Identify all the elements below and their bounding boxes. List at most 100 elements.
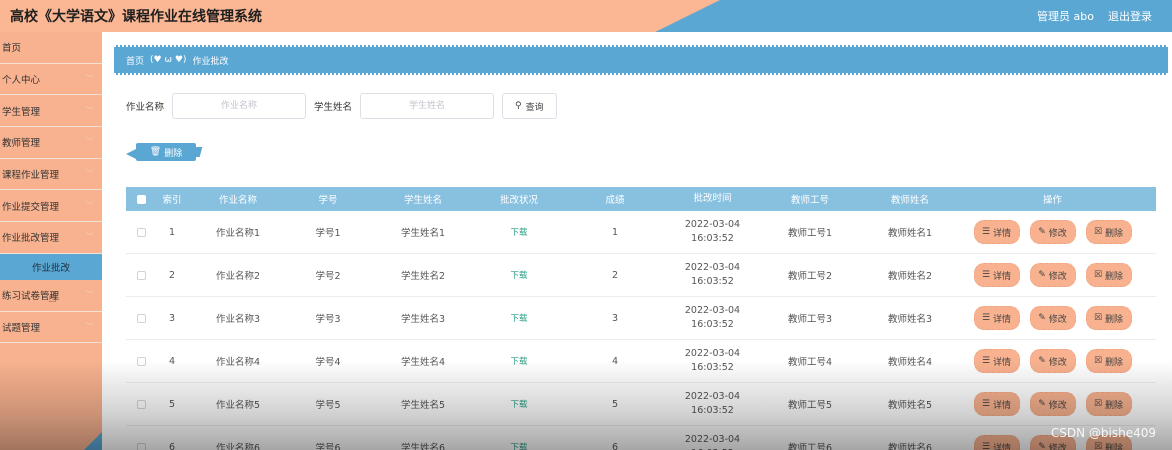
header-user-area: 管理员 abo 退出登录 <box>1037 8 1152 24</box>
document-icon: ☰ <box>981 399 991 409</box>
download-link[interactable]: 下载 <box>510 441 527 450</box>
search-button[interactable]: ⚲ 查询 <box>502 93 557 119</box>
trash-icon: ☒ <box>1093 399 1103 409</box>
row-checkbox[interactable] <box>136 356 146 366</box>
delete-button[interactable]: ☒ 删除 <box>1085 220 1132 244</box>
cell-index: 2 <box>168 269 176 281</box>
detail-button[interactable]: ☰ 详情 <box>973 349 1020 373</box>
sidebar-item-label: 作业批改管理 <box>2 233 60 245</box>
admin-user-label[interactable]: 管理员 abo <box>1037 8 1094 24</box>
select-all-checkbox[interactable] <box>136 194 146 204</box>
download-link[interactable]: 下载 <box>510 312 527 324</box>
chevron-down-icon: ﹀ <box>86 74 94 84</box>
chevron-down-icon: ﹀ <box>86 290 94 300</box>
cell-score: 2 <box>611 269 619 281</box>
cell-index: 6 <box>168 441 176 450</box>
detail-button[interactable]: ☰ 详情 <box>973 263 1020 287</box>
table-row: 3 作业名称3 学号3 学生姓名3 下载 3 2022-03-04 16:03:52 教师工号… <box>126 297 1156 340</box>
download-link[interactable]: 下载 <box>510 398 527 410</box>
delete-button[interactable]: ☒ 删除 <box>1085 349 1132 373</box>
breadcrumb-home[interactable]: 首页 <box>126 54 144 67</box>
cell-actions: ☰ 详情 ✎ 修改 ☒ 删除 <box>955 306 1150 330</box>
row-select-cell <box>126 356 156 366</box>
row-checkbox[interactable] <box>136 313 146 323</box>
pencil-icon: ✎ <box>1038 442 1046 450</box>
delete-button[interactable]: ☒ 删除 <box>1085 306 1132 330</box>
cell-teacher-no: 教师工号4 <box>787 357 833 368</box>
delete-button-label: 删除 <box>1105 357 1124 368</box>
row-select-cell <box>126 313 156 323</box>
sidebar-item-homework-grading[interactable]: 作业批改管理 ﹀ <box>0 222 102 254</box>
watermark: CSDN @bishe409 <box>1050 426 1156 440</box>
detail-button[interactable]: ☰ 详情 <box>973 220 1020 244</box>
cell-student-no: 学号4 <box>315 357 341 368</box>
cell-teacher-name: 教师姓名3 <box>887 314 933 325</box>
row-checkbox[interactable] <box>136 227 146 237</box>
cell-grading-status: 下载 <box>478 312 560 324</box>
sidebar-subitem-label: 作业批改 <box>31 262 70 274</box>
row-checkbox[interactable] <box>136 270 146 280</box>
cell-grading-status: 下载 <box>478 355 560 367</box>
download-link[interactable]: 下载 <box>510 226 527 238</box>
cell-student-no: 学号3 <box>315 314 341 325</box>
cell-homework-name: 作业名称5 <box>215 400 261 411</box>
sidebar-item-teacher-management[interactable]: 教师管理 ﹀ <box>0 127 102 159</box>
pencil-icon: ✎ <box>1038 313 1046 323</box>
mouse-cursor-icon: ☝ <box>48 290 57 306</box>
delete-button[interactable]: ☒ 删除 <box>1085 263 1132 287</box>
detail-button-label: 详情 <box>993 228 1012 239</box>
cell-teacher-name: 教师姓名1 <box>887 228 933 239</box>
cell-teacher-no: 教师工号3 <box>787 314 833 325</box>
search-icon: ⚲ <box>515 101 522 111</box>
sidebar-item-home[interactable]: 首页 <box>0 32 102 64</box>
cell-teacher-name: 教师姓名5 <box>887 400 933 411</box>
sidebar-item-question-management[interactable]: 试题管理 ﹀ <box>0 312 102 344</box>
detail-button-label: 详情 <box>993 357 1012 368</box>
sidebar-item-course-homework[interactable]: 课程作业管理 ﹀ <box>0 159 102 191</box>
detail-button[interactable]: ☰ 详情 <box>973 306 1020 330</box>
edit-button[interactable]: ✎ 修改 <box>1029 349 1076 373</box>
trash-icon: ☒ <box>1093 356 1103 366</box>
batch-delete-button[interactable]: 🗑 删除 <box>136 143 196 161</box>
student-name-input[interactable] <box>360 93 495 119</box>
detail-button[interactable]: ☰ 详情 <box>973 435 1020 450</box>
download-link[interactable]: 下载 <box>510 269 527 281</box>
download-link[interactable]: 下载 <box>510 355 527 367</box>
cell-student-name: 学生姓名1 <box>400 228 446 239</box>
sidebar-item-student-management[interactable]: 学生管理 ﹀ <box>0 95 102 128</box>
sidebar-item-personal-center[interactable]: 个人中心 ﹀ <box>0 64 102 96</box>
cell-student-no: 学号2 <box>315 271 341 282</box>
edit-button[interactable]: ✎ 修改 <box>1029 392 1076 416</box>
col-header-grading-time: 批改时间 <box>693 193 732 204</box>
cell-teacher-name: 教师姓名2 <box>887 271 933 282</box>
detail-button[interactable]: ☰ 详情 <box>973 392 1020 416</box>
homework-name-input[interactable] <box>172 93 307 119</box>
cell-homework-name: 作业名称4 <box>215 357 261 368</box>
edit-button[interactable]: ✎ 修改 <box>1029 220 1076 244</box>
delete-button-label: 删除 <box>1105 314 1124 325</box>
cell-score: 4 <box>611 355 619 367</box>
cell-grading-time: 2022-03-04 16:03:52 <box>684 391 741 416</box>
delete-button[interactable]: ☒ 删除 <box>1085 392 1132 416</box>
row-checkbox[interactable] <box>136 399 146 409</box>
col-header-student-name: 学生姓名 <box>403 195 442 206</box>
delete-button-label: 删除 <box>1105 228 1124 239</box>
edit-button[interactable]: ✎ 修改 <box>1029 263 1076 287</box>
col-header-teacher-no: 教师工号 <box>790 195 829 206</box>
edit-button[interactable]: ✎ 修改 <box>1029 306 1076 330</box>
student-name-label: 学生姓名 <box>314 102 353 113</box>
cell-student-no: 学号6 <box>315 443 341 450</box>
col-header-teacher-name: 教师姓名 <box>890 195 929 206</box>
col-header-score: 成绩 <box>605 195 625 206</box>
edit-button-label: 修改 <box>1048 228 1067 239</box>
cell-teacher-no: 教师工号6 <box>787 443 833 450</box>
sidebar-subitem-grading-active[interactable]: 作业批改 <box>0 253 102 280</box>
sidebar-item-homework-submission[interactable]: 作业提交管理 ﹀ <box>0 190 102 223</box>
row-select-cell <box>126 227 156 237</box>
col-header-homework-name: 作业名称 <box>218 195 257 206</box>
chevron-down-icon: ﹀ <box>86 200 94 210</box>
logout-link[interactable]: 退出登录 <box>1108 8 1152 24</box>
cell-score: 3 <box>611 312 619 324</box>
row-checkbox[interactable] <box>136 442 146 450</box>
document-icon: ☰ <box>981 227 991 237</box>
